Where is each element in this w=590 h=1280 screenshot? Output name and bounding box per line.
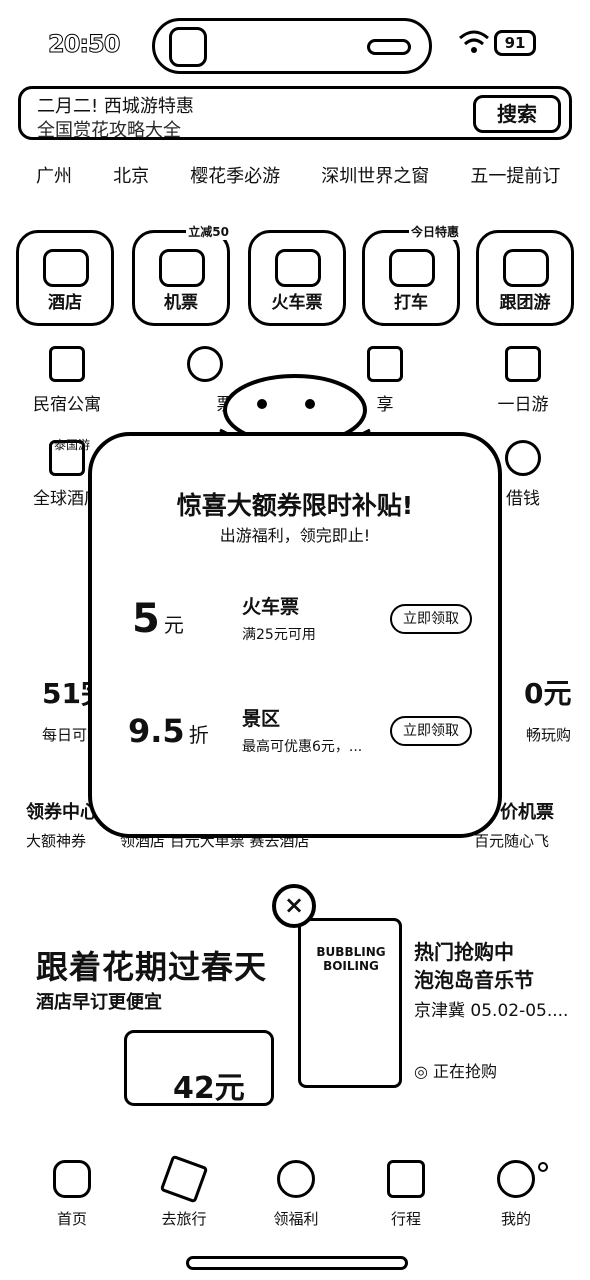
- tab-profile-label: 我的: [500, 1210, 531, 1228]
- taxi-deal-badge: 今日特惠: [408, 223, 461, 240]
- service-train-label: 火车票: [271, 293, 323, 313]
- service-hotel-label: 酒店: [48, 293, 82, 313]
- modal-title: 惊喜大额券限时补贴!: [176, 491, 414, 520]
- chip-may-day[interactable]: 五一提前订: [470, 162, 560, 188]
- tab-benefits-label: 领福利: [273, 1210, 319, 1228]
- tab-trips[interactable]: 行程: [366, 1160, 446, 1229]
- music-festival-poster[interactable]: BUBBLING BOILING: [298, 918, 402, 1088]
- chip-guangzhou[interactable]: 广州: [36, 162, 72, 188]
- service-group-tour-label: 跟团游: [499, 293, 551, 313]
- audio-wave-icon: [367, 39, 411, 55]
- coupon-modal: 惊喜大额券限时补贴! 出游福利，领完即止! 5元 火车票 满25元可用 立即领取…: [88, 432, 502, 838]
- status-time: 20:50: [47, 30, 120, 59]
- tab-profile[interactable]: 我的: [476, 1160, 556, 1229]
- smile-icon: [497, 1160, 535, 1198]
- promo-right-sub: 畅玩购: [526, 726, 572, 744]
- spring-coupon[interactable]: 42元: [124, 1030, 274, 1106]
- plane-icon: [159, 249, 205, 287]
- tour-flag-icon: [503, 249, 549, 287]
- main-service-grid: 酒店 立减50 机票 火车票 今日特惠 打车 跟团游: [16, 223, 576, 326]
- flag-icon: [505, 346, 541, 382]
- search-suggestion-secondary[interactable]: 全国赏花攻略大全: [37, 121, 181, 138]
- sec-homestay[interactable]: 民宿公寓: [22, 346, 112, 415]
- chip-sakura[interactable]: 樱花季必游: [190, 162, 280, 188]
- bottom-tab-bar: 首页 去旅行 领福利 行程 我的: [0, 1150, 590, 1240]
- hot-sale-status[interactable]: ◎ 正在抢购: [414, 1058, 497, 1082]
- spring-banner-title[interactable]: 跟着花期过春天: [36, 942, 267, 988]
- flash-icon: ◎: [414, 1062, 434, 1081]
- coupon-center-title[interactable]: 领券中心: [26, 798, 98, 824]
- notification-dot: [538, 1162, 548, 1172]
- spring-coupon-amount: 42元: [173, 1071, 245, 1106]
- home-icon: [53, 1160, 91, 1198]
- service-flight[interactable]: 立减50 机票: [132, 223, 231, 326]
- coupon-train-condition: 满25元可用: [242, 627, 316, 643]
- train-icon: [275, 249, 321, 287]
- sec-homestay-label: 民宿公寓: [33, 395, 101, 415]
- sec-day-tour-label: 一日游: [497, 395, 549, 415]
- claim-scenic-coupon-button[interactable]: 立即领取: [390, 716, 472, 746]
- search-button[interactable]: 搜索: [473, 95, 561, 133]
- modal-subtitle: 出游福利，领完即止!: [219, 526, 371, 545]
- coupon-train-unit: 元: [163, 613, 184, 637]
- thailand-badge: 泰国游: [54, 438, 91, 452]
- tab-travel-label: 去旅行: [161, 1210, 207, 1228]
- coupon-train-amount: 5元: [132, 596, 184, 642]
- claim-train-coupon-button[interactable]: 立即领取: [390, 604, 472, 634]
- flight-discount-badge: 立减50: [186, 223, 231, 240]
- cheap-flight-sub: 百元随心飞: [474, 832, 550, 850]
- live-activity-avatar-icon: [169, 27, 207, 67]
- hot-sale-status-label: 正在抢购: [433, 1062, 498, 1081]
- money-bag-icon: [505, 440, 541, 476]
- service-group-tour[interactable]: 跟团游: [476, 230, 574, 326]
- tab-trips-label: 行程: [390, 1210, 421, 1228]
- close-icon[interactable]: ×: [272, 884, 316, 928]
- poster-title: BUBBLING BOILING: [316, 945, 386, 973]
- quick-chips: 广州 北京 樱花季必游 深圳世界之窗 五一提前订 深: [36, 162, 590, 192]
- coupon-scenic-name: 景区: [242, 708, 281, 730]
- hot-sale-event[interactable]: 泡泡岛音乐节: [414, 964, 534, 993]
- status-bar: 20:50 91: [0, 14, 590, 74]
- service-hotel[interactable]: 酒店: [16, 230, 114, 326]
- service-taxi-label: 打车: [394, 293, 428, 313]
- service-taxi[interactable]: 今日特惠 打车: [362, 223, 461, 326]
- coupon-scenic-condition: 最高可优惠6元，...: [242, 739, 363, 755]
- coupon-center-sub: 大额神券: [26, 832, 87, 850]
- send-icon: [159, 1154, 209, 1204]
- chip-window-of-world[interactable]: 深圳世界之窗: [321, 162, 429, 188]
- tab-travel[interactable]: 去旅行: [144, 1154, 224, 1229]
- coupon-train-value: 5: [132, 596, 160, 642]
- modal-coupon-train: 5元 火车票 满25元可用 立即领取: [92, 586, 498, 656]
- search-bar[interactable]: 二月二! 西城游特惠 全国赏花攻略大全 搜索: [18, 86, 572, 140]
- hot-sale-title[interactable]: 热门抢购中: [414, 936, 514, 965]
- spring-banner-subtitle: 酒店早订更便宜: [36, 992, 162, 1013]
- hotel-icon: [43, 249, 89, 287]
- coupon-scenic-unit: 折: [188, 723, 209, 747]
- modal-coupon-scenic: 9.5 折 景区 最高可优惠6元，... 立即领取: [92, 698, 498, 768]
- search-suggestion-primary[interactable]: 二月二! 西城游特惠: [37, 97, 194, 117]
- battery-icon: 91: [494, 30, 536, 56]
- tab-home[interactable]: 首页: [32, 1160, 112, 1229]
- car-icon: [389, 249, 435, 287]
- sec-day-tour[interactable]: 一日游: [478, 346, 568, 415]
- wifi-icon: [459, 30, 489, 53]
- gift-icon: [277, 1160, 315, 1198]
- service-flight-label: 机票: [164, 293, 198, 313]
- coupon-scenic-value: 9.5: [128, 712, 185, 750]
- dynamic-island: [152, 18, 432, 74]
- promo-right-amount[interactable]: 0元: [524, 672, 571, 712]
- service-train[interactable]: 火车票: [248, 230, 346, 326]
- cheap-flight-title[interactable]: 价机票: [500, 798, 554, 824]
- tab-home-label: 首页: [56, 1210, 87, 1228]
- hot-sale-location-date: 京津冀 05.02-05....: [414, 1001, 569, 1021]
- tab-benefits[interactable]: 领福利: [256, 1160, 336, 1229]
- promo-left-sub: 每日可: [42, 726, 88, 744]
- home-indicator: [186, 1256, 408, 1270]
- house-icon: [49, 346, 85, 382]
- calendar-icon: [387, 1160, 425, 1198]
- coupon-scenic-amount: 9.5 折: [128, 712, 209, 750]
- chip-beijing[interactable]: 北京: [113, 162, 149, 188]
- coupon-train-name: 火车票: [242, 596, 300, 618]
